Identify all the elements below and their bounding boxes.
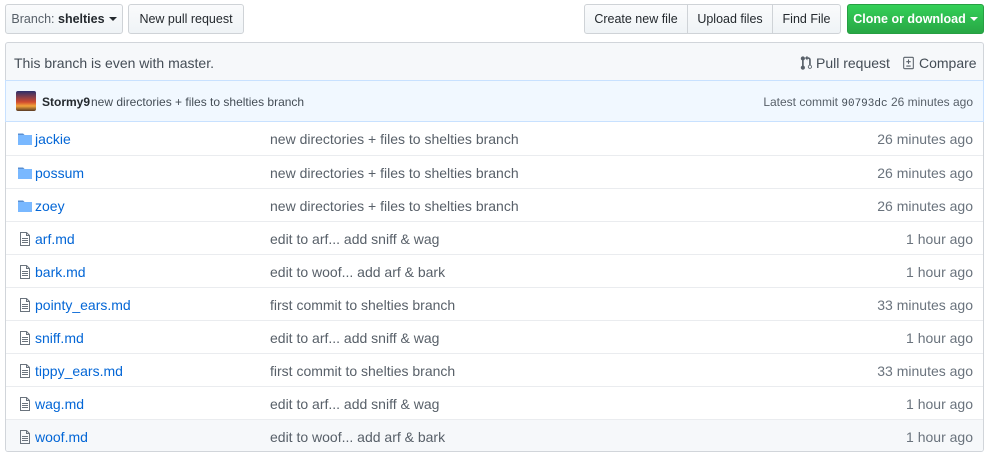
file-name-link[interactable]: pointy_ears.md xyxy=(35,297,131,313)
file-icon xyxy=(17,396,33,412)
author-avatar[interactable] xyxy=(16,91,36,111)
find-file-button[interactable]: Find File xyxy=(772,4,841,34)
file-commit-age: 1 hour ago xyxy=(906,330,973,346)
upload-files-button[interactable]: Upload files xyxy=(687,4,773,34)
file-commit-age: 26 minutes ago xyxy=(877,131,973,147)
caret-down-icon xyxy=(108,17,117,21)
file-commit-age: 33 minutes ago xyxy=(877,297,973,313)
compare-link[interactable]: Compare xyxy=(902,55,977,71)
file-icon xyxy=(17,330,33,346)
file-actions-group: Create new file Upload files Find File xyxy=(584,4,841,34)
commit-author[interactable]: Stormy9 xyxy=(42,95,90,109)
file-commit-age: 33 minutes ago xyxy=(877,363,973,379)
repo-toolbar: Branch: shelties New pull request Create… xyxy=(0,0,990,40)
new-pull-request-button[interactable]: New pull request xyxy=(128,4,244,34)
file-icon xyxy=(17,297,33,313)
branch-select-button[interactable]: Branch: shelties xyxy=(5,4,123,34)
file-commit-message-link[interactable]: edit to arf... add sniff & wag xyxy=(270,231,439,247)
file-name-link[interactable]: bark.md xyxy=(35,264,86,280)
latest-commit-label: Latest commit xyxy=(763,95,839,109)
file-commit-message-link[interactable]: new directories + files to shelties bran… xyxy=(270,165,519,181)
file-commit-message-link[interactable]: edit to woof... add arf & bark xyxy=(270,429,445,445)
commit-message[interactable]: new directories + files to shelties bran… xyxy=(91,95,304,109)
branch-status-bar: This branch is even with master. Pull re… xyxy=(5,42,984,80)
file-row: sniff.md edit to arf... add sniff & wag 1 … xyxy=(6,320,983,353)
file-commit-age: 26 minutes ago xyxy=(877,165,973,181)
clone-or-download-label: Clone or download xyxy=(853,12,966,26)
file-row: wag.md edit to arf... add sniff & wag 1 ho… xyxy=(6,386,983,419)
branch-name: shelties xyxy=(58,12,105,26)
file-row: woof.md edit to woof... add arf & bark 1 h… xyxy=(6,419,983,451)
pull-request-link[interactable]: Pull request xyxy=(800,55,890,71)
file-commit-age: 1 hour ago xyxy=(906,264,973,280)
file-icon xyxy=(17,429,33,445)
file-icon xyxy=(17,264,33,280)
file-commit-message-link[interactable]: edit to woof... add arf & bark xyxy=(270,264,445,280)
compare-label: Compare xyxy=(919,55,977,71)
file-commit-age: 1 hour ago xyxy=(906,396,973,412)
diff-icon xyxy=(903,56,914,70)
commit-sha[interactable]: 90793dc xyxy=(841,98,887,110)
file-icon xyxy=(17,363,33,379)
file-row: jackie new directories + files to sheltie… xyxy=(6,122,983,155)
folder-icon xyxy=(17,131,33,147)
file-commit-message-link[interactable]: new directories + files to shelties bran… xyxy=(270,131,519,147)
file-name-link[interactable]: jackie xyxy=(35,131,71,147)
file-commit-age: 26 minutes ago xyxy=(877,198,973,214)
file-row: possum new directories + files to sheltie… xyxy=(6,155,983,188)
file-commit-message-link[interactable]: edit to arf... add sniff & wag xyxy=(270,396,439,412)
branch-status-message: This branch is even with master. xyxy=(14,55,214,71)
file-name-link[interactable]: woof.md xyxy=(35,429,88,445)
file-name-link[interactable]: wag.md xyxy=(35,396,84,412)
caret-down-icon xyxy=(969,17,978,21)
file-name-link[interactable]: arf.md xyxy=(35,231,75,247)
file-name-link[interactable]: zoey xyxy=(35,198,65,214)
create-new-file-button[interactable]: Create new file xyxy=(584,4,688,34)
folder-icon xyxy=(17,198,33,214)
clone-or-download-button[interactable]: Clone or download xyxy=(847,4,984,34)
latest-commit-info: Latest commit 90793dc 26 minutes ago xyxy=(763,95,973,110)
file-commit-message-link[interactable]: first commit to shelties branch xyxy=(270,363,455,379)
file-commit-age: 1 hour ago xyxy=(906,231,973,247)
file-row: bark.md edit to woof... add arf & bark 1 h… xyxy=(6,254,983,287)
file-commit-message-link[interactable]: first commit to shelties branch xyxy=(270,297,455,313)
commit-age: 26 minutes ago xyxy=(890,95,973,109)
file-commit-message-link[interactable]: new directories + files to shelties bran… xyxy=(270,198,519,214)
latest-commit-bar: Stormy9 new directories + files to shelt… xyxy=(5,80,984,122)
branch-label: Branch: xyxy=(11,12,55,26)
pull-request-label: Pull request xyxy=(816,55,890,71)
file-row: arf.md edit to arf... add sniff & wag 1 ho… xyxy=(6,221,983,254)
file-name-link[interactable]: sniff.md xyxy=(35,330,84,346)
file-name-link[interactable]: tippy_ears.md xyxy=(35,363,123,379)
file-row: pointy_ears.md first commit to shelties b… xyxy=(6,287,983,320)
folder-icon xyxy=(17,165,33,181)
file-commit-message-link[interactable]: edit to arf... add sniff & wag xyxy=(270,330,439,346)
file-icon xyxy=(17,231,33,247)
file-row: tippy_ears.md first commit to shelties br… xyxy=(6,353,983,386)
file-row: zoey new directories + files to shelties … xyxy=(6,188,983,221)
git-pull-request-icon xyxy=(800,56,812,70)
file-name-link[interactable]: possum xyxy=(35,165,84,181)
file-list: jackie new directories + files to sheltie… xyxy=(5,122,984,452)
file-commit-age: 1 hour ago xyxy=(906,429,973,445)
